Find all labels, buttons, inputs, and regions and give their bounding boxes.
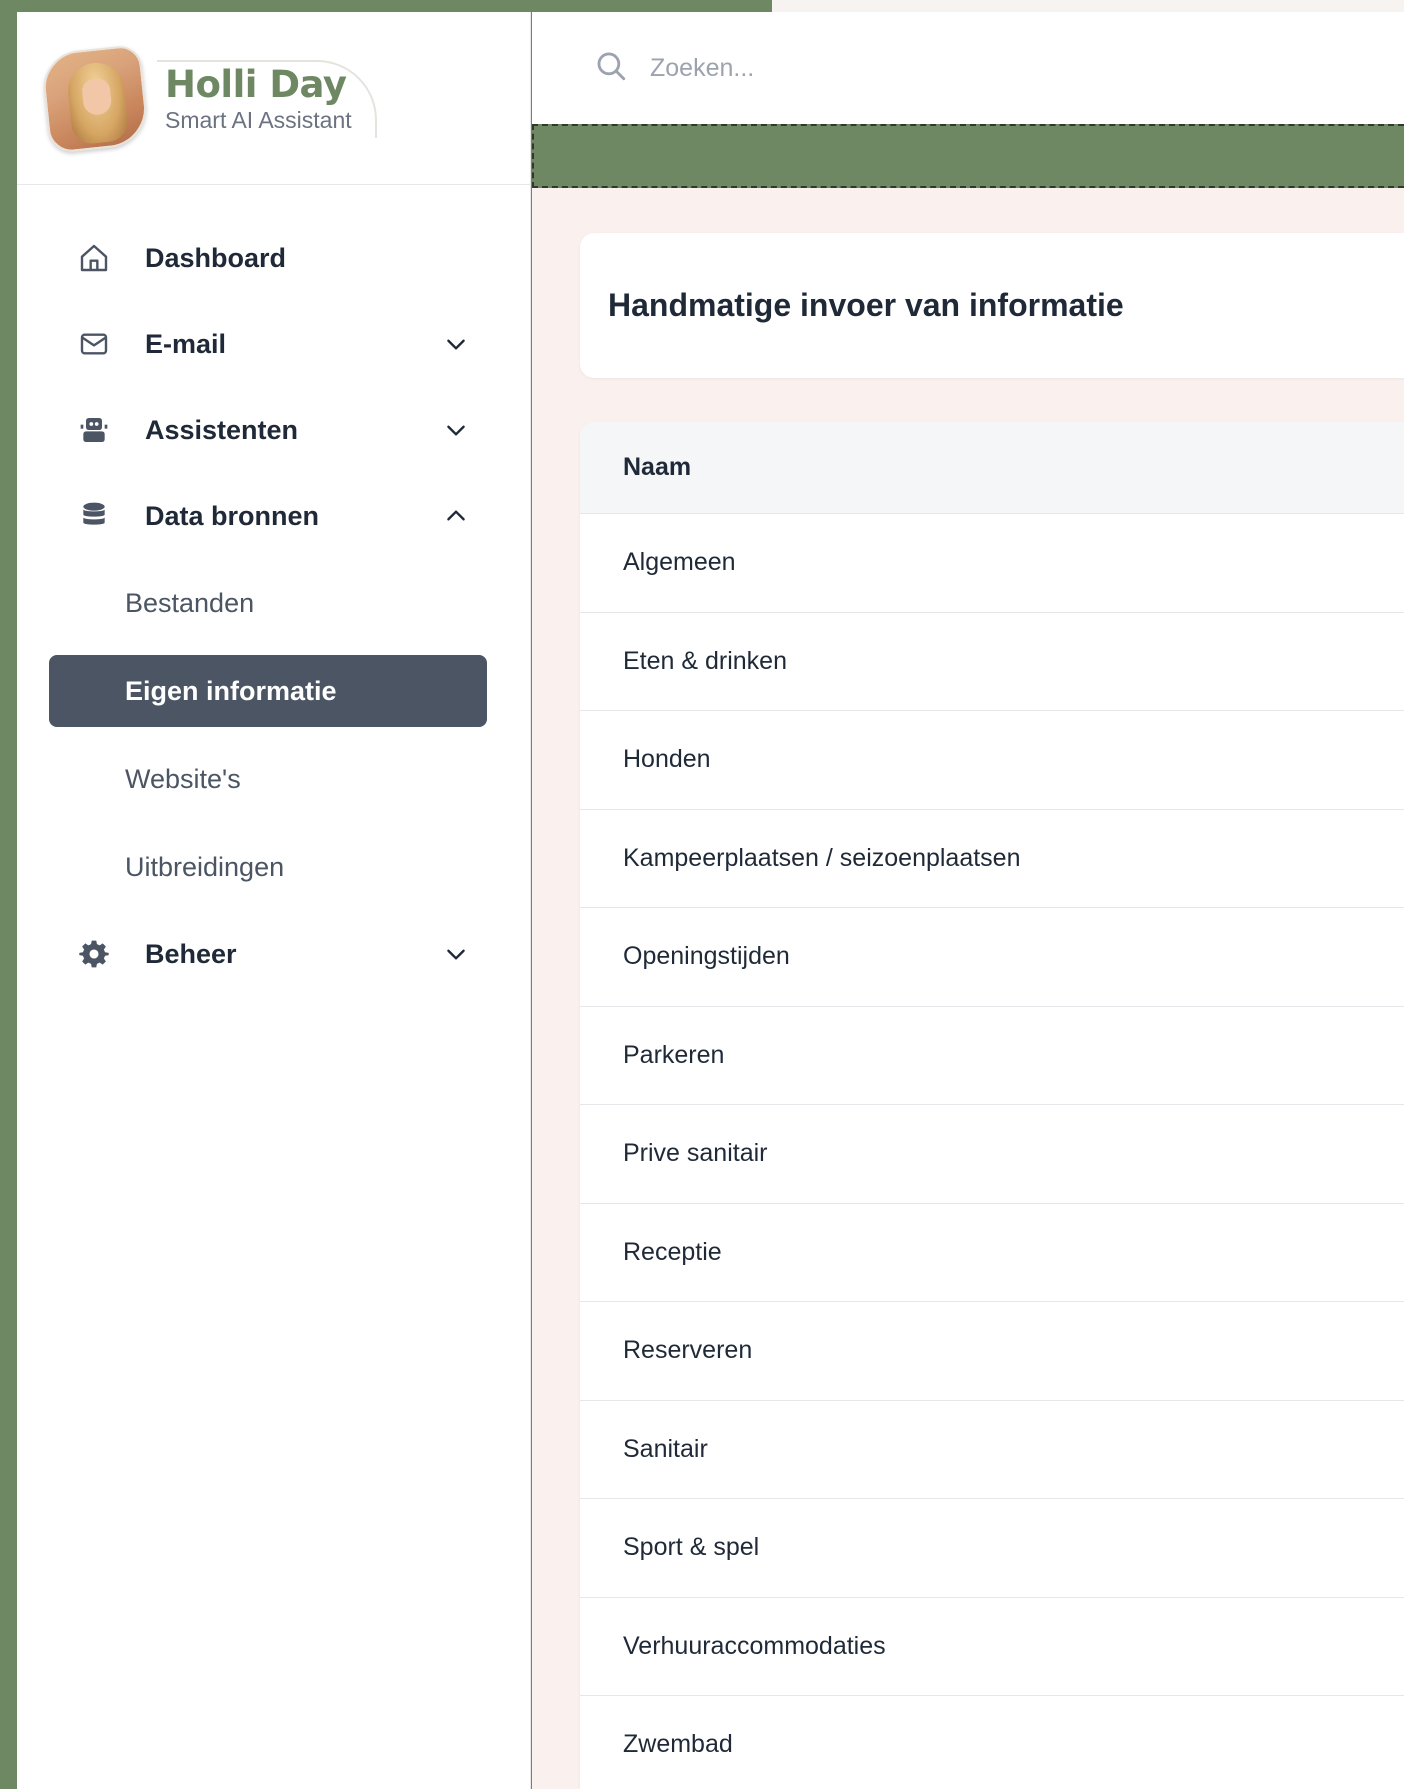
table-row[interactable]: Sanitair xyxy=(580,1401,1404,1499)
gear-icon xyxy=(77,937,111,971)
sidebar-item-label: Data bronnen xyxy=(145,500,320,531)
chevron-down-icon[interactable] xyxy=(443,941,469,967)
main-content: Zoeken... Handmatige invoer van informat… xyxy=(532,12,1404,1789)
table-row[interactable]: Zwembad xyxy=(580,1696,1404,1789)
table-row[interactable]: Kampeerplaatsen / seizoenplaatsen xyxy=(580,810,1404,908)
sidebar-item-label: Dashboard xyxy=(145,242,287,273)
table-row[interactable]: Honden xyxy=(580,711,1404,810)
sidebar-subitem-bestanden[interactable]: Bestanden xyxy=(49,559,487,647)
avatar xyxy=(37,43,150,154)
sidebar-item-email[interactable]: E-mail xyxy=(49,301,487,387)
sidebar-item-beheer[interactable]: Beheer xyxy=(49,911,487,997)
table-row[interactable]: Verhuuraccommodaties xyxy=(580,1598,1404,1696)
column-header-naam[interactable]: Naam xyxy=(580,422,1404,514)
sidebar-subitem-eigen-informatie[interactable]: Eigen informatie xyxy=(49,655,487,727)
table-row[interactable]: Parkeren xyxy=(580,1007,1404,1105)
robot-icon xyxy=(77,413,111,447)
search-icon xyxy=(594,49,628,87)
brand-header[interactable]: Holli Day Smart AI Assistant xyxy=(17,12,530,185)
sidebar-subitem-websites[interactable]: Website's xyxy=(49,735,487,823)
chevron-down-icon[interactable] xyxy=(443,417,469,443)
table-row[interactable]: Eten & drinken xyxy=(580,613,1404,711)
sidebar-item-assistenten[interactable]: Assistenten xyxy=(49,387,487,473)
home-icon xyxy=(77,241,111,275)
sidebar: Holli Day Smart AI Assistant Dashboard E… xyxy=(17,12,531,1789)
chevron-up-icon[interactable] xyxy=(443,503,469,529)
table-row[interactable]: Reserveren xyxy=(580,1302,1404,1401)
page-title: Handmatige invoer van informatie xyxy=(608,287,1124,323)
sidebar-subitem-uitbreidingen[interactable]: Uitbreidingen xyxy=(49,823,487,911)
sidebar-item-label: E-mail xyxy=(145,328,227,359)
table-row[interactable]: Algemeen xyxy=(580,514,1404,613)
table-row[interactable]: Receptie xyxy=(580,1204,1404,1302)
banner-bar xyxy=(532,124,1404,188)
table-row[interactable]: Prive sanitair xyxy=(580,1105,1404,1204)
brand-text: Holli Day Smart AI Assistant xyxy=(157,59,377,138)
mail-icon xyxy=(77,327,111,361)
sidebar-item-label: Assistenten xyxy=(145,414,299,445)
top-bar: Zoeken... xyxy=(532,12,1404,124)
sidebar-item-label: Beheer xyxy=(145,938,237,969)
chevron-down-icon[interactable] xyxy=(443,331,469,357)
database-icon xyxy=(77,499,111,533)
info-table: Naam Algemeen Eten & drinken Honden Kamp… xyxy=(580,422,1404,1789)
logo-swoosh xyxy=(157,59,377,138)
sidebar-item-data-bronnen[interactable]: Data bronnen xyxy=(49,473,487,559)
table-row[interactable]: Openingstijden xyxy=(580,908,1404,1007)
search-input[interactable]: Zoeken... xyxy=(650,54,754,83)
top-edge-strip xyxy=(772,0,1404,12)
title-card: Handmatige invoer van informatie xyxy=(580,233,1404,378)
sidebar-nav: Dashboard E-mail Assistenten Data bronne… xyxy=(17,185,530,997)
table-row[interactable]: Sport & spel xyxy=(580,1499,1404,1598)
sidebar-item-dashboard[interactable]: Dashboard xyxy=(49,215,487,301)
